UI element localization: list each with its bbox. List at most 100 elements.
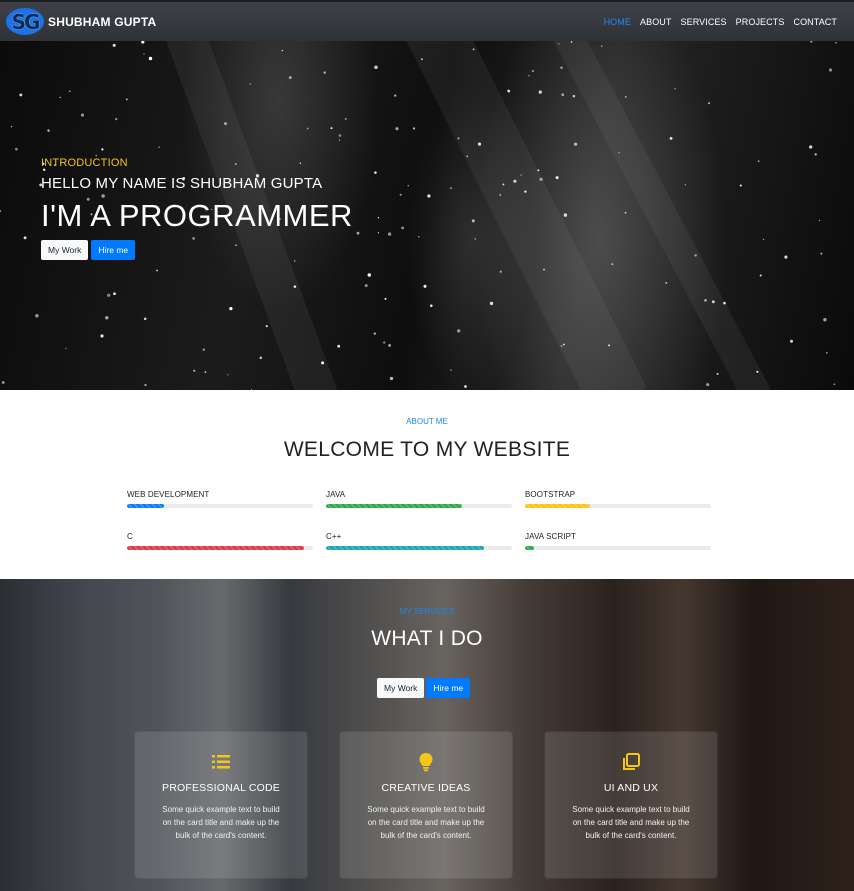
star	[563, 343, 565, 346]
progress-fill	[127, 546, 304, 550]
progress-track	[525, 504, 711, 508]
skill-label: JAVA SCRIPT	[525, 532, 577, 541]
star	[69, 90, 71, 92]
star	[457, 137, 460, 140]
star	[450, 369, 452, 371]
star	[112, 43, 116, 47]
star	[395, 127, 399, 131]
star	[477, 142, 482, 146]
my-work-button[interactable]: My Work	[41, 240, 89, 260]
star	[694, 254, 697, 257]
star	[814, 153, 817, 156]
star	[338, 139, 341, 141]
skill-label: C++	[326, 532, 342, 541]
nav-link-contact[interactable]: CONTACT	[793, 17, 837, 27]
star	[281, 49, 283, 52]
star	[528, 74, 530, 77]
lightbulb-icon	[419, 753, 433, 772]
star	[387, 232, 392, 236]
star	[560, 66, 563, 69]
star	[101, 148, 104, 151]
star	[669, 137, 673, 140]
star	[624, 211, 627, 214]
star	[389, 376, 394, 381]
skill-label: C	[127, 532, 133, 541]
star	[229, 306, 233, 311]
navbar: SG SHUBHAM GUPTA HOME ABOUT SERVICES PRO…	[0, 0, 854, 41]
star	[323, 71, 326, 74]
star	[158, 146, 160, 148]
star	[100, 334, 104, 338]
star	[374, 65, 378, 70]
star	[418, 235, 420, 238]
star	[399, 193, 402, 196]
star	[95, 154, 97, 157]
card-title: CREATIVE IDEAS	[381, 782, 471, 794]
hire-me-button[interactable]: Hire me	[91, 240, 136, 260]
progress-track	[525, 546, 711, 550]
star	[249, 83, 251, 85]
card-text: Some quick example text to build on the …	[162, 805, 280, 840]
star	[125, 98, 128, 101]
star	[756, 370, 759, 373]
nav-links: HOME ABOUT SERVICES PROJECTS CONTACT	[604, 17, 837, 27]
star	[344, 117, 347, 120]
star	[538, 90, 542, 94]
star	[823, 317, 827, 322]
card-text: Some quick example text to build on the …	[572, 805, 690, 840]
nav-link-home[interactable]: HOME	[604, 17, 631, 27]
star	[716, 372, 719, 375]
star	[507, 89, 511, 93]
hire-me-button[interactable]: Hire me	[426, 678, 471, 698]
brand[interactable]: SG SHUBHAM GUPTA	[6, 8, 156, 35]
nav-link-services[interactable]: SERVICES	[681, 17, 727, 27]
star	[288, 76, 292, 80]
star	[1, 381, 5, 384]
star	[407, 185, 409, 187]
nav-link-about[interactable]: ABOUT	[640, 17, 672, 27]
star	[711, 300, 715, 304]
star	[464, 385, 467, 388]
hero-intro: INTRODUCTION	[41, 157, 128, 169]
logo[interactable]: SG	[6, 8, 44, 35]
brand-name[interactable]: SHUBHAM GUPTA	[48, 15, 156, 29]
star	[259, 356, 263, 360]
star	[141, 41, 145, 44]
star	[828, 68, 833, 72]
star	[543, 268, 545, 271]
nav-link-projects[interactable]: PROJECTS	[736, 17, 785, 27]
star	[65, 347, 67, 350]
star	[47, 129, 50, 132]
star	[338, 134, 342, 137]
star	[384, 297, 387, 300]
star	[388, 344, 391, 347]
list-icon	[212, 755, 230, 769]
star	[394, 94, 397, 97]
star	[561, 93, 565, 97]
star	[570, 41, 573, 43]
card-title: UI AND UX	[603, 782, 659, 794]
star	[420, 58, 423, 61]
star	[377, 217, 380, 219]
star	[611, 263, 614, 266]
star	[809, 145, 813, 149]
my-work-button[interactable]: My Work	[377, 678, 425, 698]
star	[356, 231, 360, 235]
star	[306, 127, 309, 130]
progress-fill	[127, 504, 165, 508]
star	[143, 53, 145, 55]
star	[330, 127, 333, 130]
star	[412, 127, 416, 130]
star	[531, 70, 534, 73]
hero-content: INTRODUCTION HELLO MY NAME IS SHUBHAM GU…	[41, 157, 353, 260]
star	[684, 184, 687, 186]
progress-fill	[326, 546, 485, 550]
star	[427, 194, 431, 198]
star	[80, 113, 85, 117]
star	[524, 190, 527, 193]
star	[265, 324, 268, 328]
star	[563, 213, 568, 217]
skills-grid: WEB DEVELOPMENT JAVA BOOTSTRAP C C++ JAV…	[127, 490, 712, 550]
star	[625, 96, 627, 98]
hero-title: I'M A PROGRAMMER	[41, 198, 353, 233]
